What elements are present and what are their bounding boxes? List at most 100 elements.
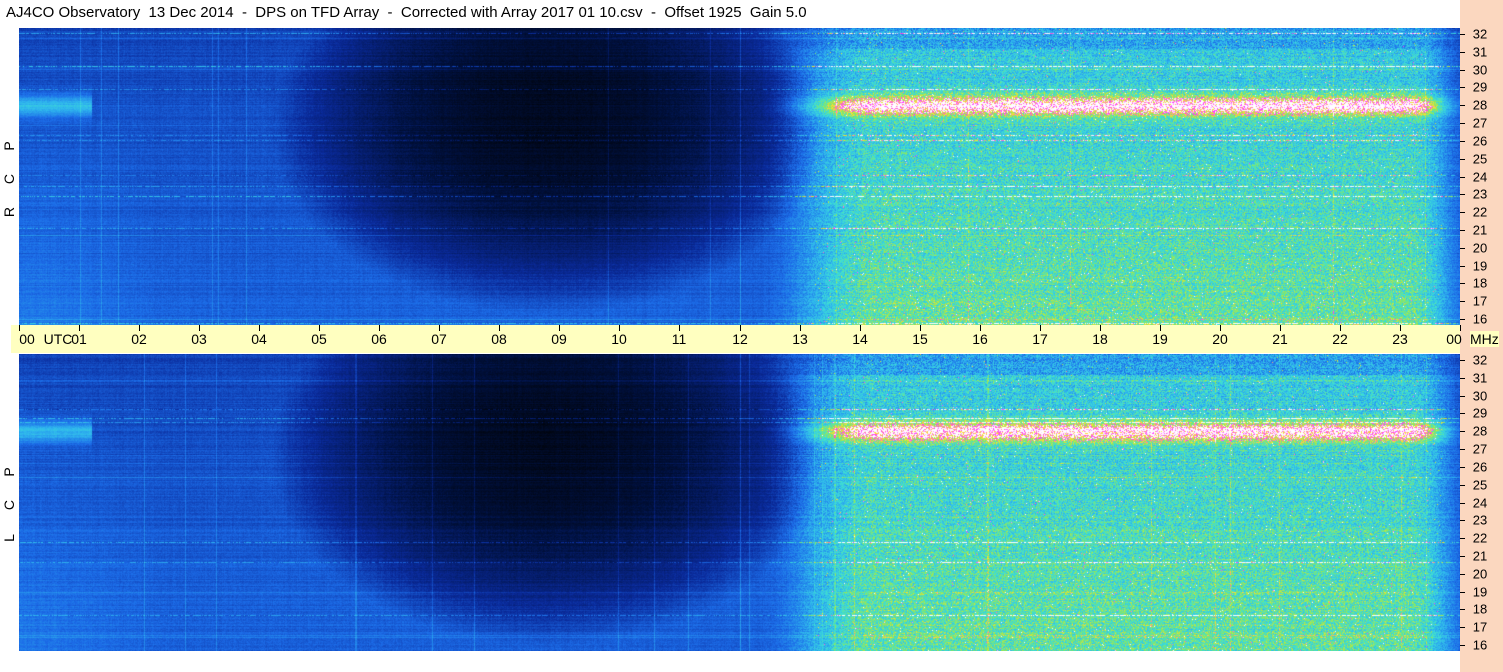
mhz-tick-mark [1460, 212, 1465, 213]
utc-time-axis: 00 UTC 01 02 03 04 05 06 07 08 09 10 11 12 13 14 15 16 17 1… [11, 325, 1462, 353]
utc-tick-label: 02 [131, 331, 147, 347]
mhz-tick-label: 29 [1472, 79, 1488, 95]
utc-tick-label: 22 [1332, 331, 1348, 347]
mhz-tick-label: 29 [1472, 405, 1488, 421]
mhz-tick-label: 20 [1472, 566, 1488, 582]
mhz-tick-label: 24 [1472, 495, 1488, 511]
mhz-tick-mark [1460, 283, 1465, 284]
mhz-tick-mark [1460, 230, 1465, 231]
mhz-tick-mark [1460, 609, 1465, 610]
mhz-tick-label: 25 [1472, 151, 1488, 167]
mhz-tick-mark [1460, 627, 1465, 628]
mhz-tick-mark [1460, 467, 1465, 468]
mhz-tick-label: 25 [1472, 477, 1488, 493]
utc-tick-label: 15 [912, 331, 928, 347]
mhz-tick-label: 18 [1472, 275, 1488, 291]
utc-tick-label: 11 [671, 331, 687, 347]
mhz-tick-mark [1460, 266, 1465, 267]
mhz-tick-mark [1460, 52, 1465, 53]
utc-tick-label: 20 [1212, 331, 1228, 347]
polarization-letter: R [1, 206, 17, 218]
utc-tick-label: 05 [311, 331, 327, 347]
mhz-tick-mark [1460, 248, 1465, 249]
chart-title: AJ4CO Observatory 13 Dec 2014 - DPS on T… [6, 4, 807, 21]
mhz-tick-mark [1460, 556, 1465, 557]
mhz-tick-label: 19 [1472, 258, 1488, 274]
mhz-tick-mark [1460, 177, 1465, 178]
utc-tick-label: 17 [1032, 331, 1048, 347]
polarization-letter: L [1, 534, 17, 542]
utc-tick-label: 14 [852, 331, 868, 347]
mhz-tick-mark [1460, 574, 1465, 575]
polarization-letter: P [1, 467, 17, 477]
utc-tick-label: 12 [732, 331, 748, 347]
mhz-tick-mark [1460, 503, 1465, 504]
mhz-tick-label: 18 [1472, 601, 1488, 617]
mhz-tick-label: 23 [1472, 186, 1488, 202]
mhz-tick-label: 27 [1472, 115, 1488, 131]
mhz-tick-label: 22 [1472, 530, 1488, 546]
mhz-tick-label: 24 [1472, 169, 1488, 185]
utc-tick-label: 07 [431, 331, 447, 347]
utc-tick-label: 03 [191, 331, 207, 347]
utc-tick-label: 23 [1392, 331, 1408, 347]
utc-tick-label: 04 [251, 331, 267, 347]
utc-tick-label: 08 [491, 331, 507, 347]
mhz-tick-label: 22 [1472, 204, 1488, 220]
mhz-tick-mark [1460, 159, 1465, 160]
mhz-tick-mark [1460, 141, 1465, 142]
mhz-tick-mark [1460, 485, 1465, 486]
rcp-spectrogram-panel [19, 28, 1460, 325]
utc-tick-label: 10 [611, 331, 627, 347]
mhz-tick-mark [1460, 378, 1465, 379]
utc-tick-label: 19 [1152, 331, 1168, 347]
mhz-tick-mark [1460, 520, 1465, 521]
mhz-tick-mark [1460, 301, 1465, 302]
mhz-tick-mark [1460, 396, 1465, 397]
utc-tick-label: 06 [371, 331, 387, 347]
mhz-tick-label: 30 [1472, 62, 1488, 78]
mhz-tick-label: 26 [1472, 459, 1488, 475]
utc-tick-label: 21 [1272, 331, 1288, 347]
mhz-tick-label: 17 [1472, 293, 1488, 309]
utc-tick-label: 01 [71, 331, 87, 347]
mhz-tick-mark [1460, 34, 1465, 35]
mhz-tick-label: 16 [1472, 637, 1488, 653]
utc-tick-label: 09 [551, 331, 567, 347]
mhz-tick-mark [1460, 413, 1465, 414]
mhz-tick-label: 31 [1472, 44, 1488, 60]
mhz-tick-label: 32 [1472, 352, 1488, 368]
mhz-tick-mark [1460, 645, 1465, 646]
polarization-letter: P [1, 141, 17, 151]
mhz-tick-mark [1460, 105, 1465, 106]
mhz-tick-label: 20 [1472, 240, 1488, 256]
mhz-tick-mark [1460, 194, 1465, 195]
mhz-tick-mark [1460, 449, 1465, 450]
utc-tick-label: 13 [792, 331, 808, 347]
mhz-tick-mark [1460, 87, 1465, 88]
utc-tick-label: 00 [19, 331, 35, 347]
utc-tick-label: 00 [1446, 331, 1462, 347]
mhz-tick-mark [1460, 70, 1465, 71]
mhz-tick-label: 16 [1472, 311, 1488, 327]
polarization-letter: C [1, 173, 17, 185]
mhz-tick-label: 28 [1472, 97, 1488, 113]
mhz-tick-mark [1460, 360, 1465, 361]
mhz-tick-mark [1460, 431, 1465, 432]
mhz-tick-label: 30 [1472, 388, 1488, 404]
mhz-tick-mark [1460, 538, 1465, 539]
mhz-tick-label: 26 [1472, 133, 1488, 149]
utc-tick-label: 16 [972, 331, 988, 347]
mhz-tick-mark [1460, 319, 1465, 320]
lcp-spectrogram [19, 354, 1460, 651]
mhz-tick-label: 19 [1472, 584, 1488, 600]
polarization-letter: C [1, 499, 17, 511]
mhz-tick-label: 23 [1472, 512, 1488, 528]
mhz-tick-label: 32 [1472, 26, 1488, 42]
mhz-tick-label: 31 [1472, 370, 1488, 386]
mhz-tick-mark [1460, 123, 1465, 124]
mhz-tick-label: 21 [1472, 548, 1488, 564]
mhz-tick-label: 17 [1472, 619, 1488, 635]
lcp-spectrogram-panel [19, 354, 1460, 651]
mhz-tick-mark [1460, 592, 1465, 593]
